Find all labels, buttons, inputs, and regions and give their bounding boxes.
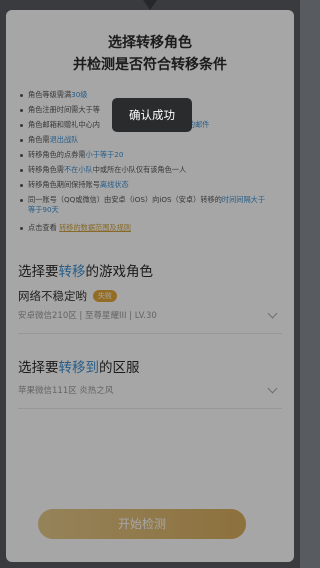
start-check-button[interactable]: 开始检测: [38, 509, 246, 539]
dialog-title-line2: 并检测是否符合转移条件: [73, 57, 227, 73]
divider: [18, 408, 282, 409]
server-info: 苹果微信111区 炎热之风: [18, 386, 114, 396]
dialog-title-line1: 选择转移角色: [108, 35, 192, 51]
chevron-down-icon[interactable]: [267, 383, 278, 393]
role-section-title: 选择要转移的游戏角色: [18, 264, 153, 280]
role-selector[interactable]: 网络不稳定哟 失败 安卓微信210区 | 至尊星耀III | LV.30: [18, 288, 282, 321]
top-notch: [143, 0, 157, 10]
transfer-dialog: 选择转移角色 并检测是否符合转移条件 角色等级需满30级 角色注册时间需大于等 …: [6, 10, 294, 562]
rule-item: 同一账号（QQ或微信）由安卓（iOS）向iOS（安卓）转移的时间间隔大于等于90…: [20, 195, 272, 215]
dialog-title: 选择转移角色 并检测是否符合转移条件: [6, 32, 294, 76]
rule-item: 转移角色期间保持账号离线状态: [20, 180, 282, 190]
rule-item: 转移角色的点券需小于等于20: [20, 150, 282, 160]
chevron-down-icon[interactable]: [267, 308, 278, 318]
rule-item: 转移角色需不在小队中或所在小队仅有该角色一人: [20, 165, 282, 175]
success-toast: 确认成功: [112, 98, 192, 132]
role-name: 网络不稳定哟: [18, 289, 87, 303]
server-section-title: 选择要转移到的区服: [18, 360, 140, 376]
view-rules-row: 点击查看 转移的数据范围及规则: [20, 223, 282, 233]
role-info: 安卓微信210区 | 至尊星耀III | LV.30: [18, 311, 157, 321]
rule-item: 角色需退出战队: [20, 135, 282, 145]
status-badge: 失败: [93, 290, 117, 302]
server-selector[interactable]: 苹果微信111区 炎热之风: [18, 383, 282, 396]
view-rules-link[interactable]: 转移的数据范围及规则: [59, 223, 131, 232]
